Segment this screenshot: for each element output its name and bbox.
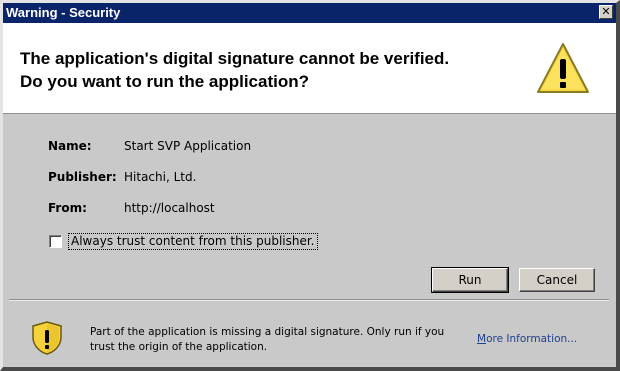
run-button[interactable]: Run — [431, 267, 509, 293]
always-trust-label[interactable]: Always trust content from this publisher… — [68, 233, 318, 250]
name-label: Name: — [48, 139, 92, 153]
window-title: Warning - Security — [6, 5, 121, 20]
warning-triangle-icon — [537, 43, 589, 93]
always-trust-option[interactable]: Always trust content from this publisher… — [49, 233, 318, 250]
from-value: http://localhost — [124, 201, 215, 215]
more-info-accelerator: M — [477, 333, 487, 345]
from-label: From: — [48, 201, 87, 215]
publisher-label: Publisher: — [48, 170, 117, 184]
close-icon: ✕ — [601, 5, 611, 18]
cancel-button[interactable]: Cancel — [519, 268, 595, 292]
security-warning-dialog: Warning - Security ✕ The application's d… — [0, 0, 620, 371]
more-information-link[interactable]: More Information... — [477, 333, 577, 345]
details-panel: Name: Start SVP Application Publisher: H… — [3, 114, 616, 302]
title-bar[interactable]: Warning - Security ✕ — [3, 3, 616, 23]
headline-line-1: The application's digital signature cann… — [20, 49, 450, 68]
close-button[interactable]: ✕ — [599, 5, 613, 19]
always-trust-checkbox[interactable] — [49, 235, 62, 248]
footer-message: Part of the application is missing a dig… — [90, 326, 445, 353]
name-value: Start SVP Application — [124, 139, 252, 153]
header-panel: The application's digital signature cann… — [3, 23, 616, 114]
footer-divider — [9, 299, 609, 301]
headline-line-2: Do you want to run the application? — [20, 72, 309, 91]
shield-warning-icon — [32, 321, 62, 355]
warning-headline: The application's digital signature cann… — [20, 47, 520, 93]
more-info-text: ore Information... — [486, 333, 578, 345]
publisher-value: Hitachi, Ltd. — [124, 170, 197, 184]
